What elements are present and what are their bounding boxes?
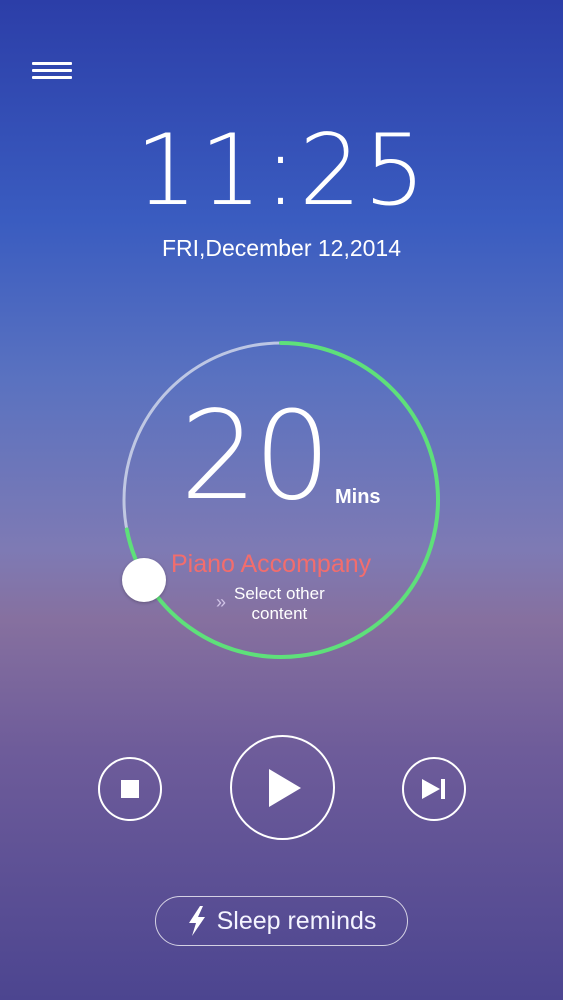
content-title[interactable]: Piano Accompany (171, 550, 371, 579)
sleep-reminds-button[interactable]: Sleep reminds (155, 896, 408, 946)
play-button[interactable] (230, 735, 335, 840)
timer-minutes: 20 (180, 385, 331, 527)
skip-next-icon (422, 779, 445, 799)
sleep-reminds-label: Sleep reminds (216, 906, 377, 935)
timer-knob[interactable] (122, 558, 166, 602)
menu-button[interactable] (32, 60, 72, 82)
menu-line (32, 69, 72, 72)
timer-unit: Mins (335, 486, 381, 508)
menu-line (32, 62, 72, 65)
select-content-line1: Select other (234, 584, 325, 603)
menu-line (32, 76, 72, 79)
double-chevron-right-icon: » (216, 592, 227, 612)
select-content-line2: content (251, 604, 308, 623)
clock-time: 11:25 (135, 114, 428, 228)
select-content-link[interactable]: » Select other content (216, 584, 325, 624)
select-content-label: Select other content (234, 584, 325, 624)
stop-icon (121, 780, 139, 798)
skip-next-button[interactable] (402, 757, 466, 821)
play-icon (268, 768, 301, 807)
clock-date: FRI,December 12,2014 (161, 235, 402, 261)
stop-button[interactable] (98, 757, 162, 821)
lightning-icon (188, 906, 205, 936)
